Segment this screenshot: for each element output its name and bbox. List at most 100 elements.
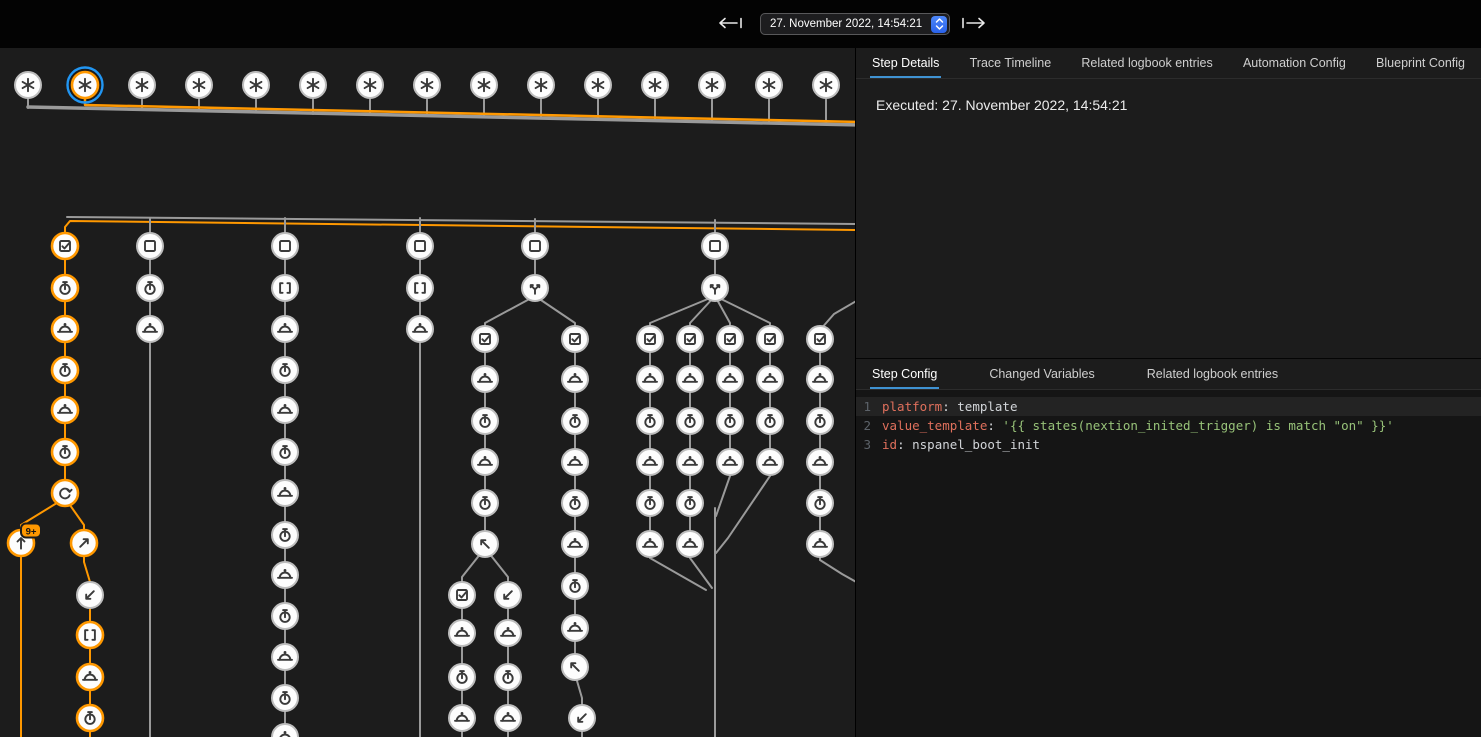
graph-node-arrow-nw[interactable]	[562, 654, 588, 680]
graph-node-service[interactable]	[407, 316, 433, 342]
graph-node-trigger[interactable]	[357, 72, 383, 98]
graph-node-condition-on[interactable]	[677, 326, 703, 352]
details-tab-step-details[interactable]: Step Details	[870, 48, 941, 78]
graph-node-delay[interactable]	[472, 408, 498, 434]
graph-node-service[interactable]	[272, 316, 298, 342]
graph-node-service[interactable]	[495, 620, 521, 646]
graph-node-trigger[interactable]	[300, 72, 326, 98]
graph-node-delay[interactable]	[717, 408, 743, 434]
details-tab-automation-config[interactable]: Automation Config	[1241, 48, 1348, 78]
graph-node-trigger[interactable]	[15, 72, 41, 98]
graph-node-service[interactable]	[562, 531, 588, 557]
graph-node-condition-off[interactable]	[522, 233, 548, 259]
graph-node-arrow-sw[interactable]	[495, 582, 521, 608]
graph-node-service[interactable]	[77, 664, 103, 690]
graph-node-delay[interactable]	[562, 490, 588, 516]
graph-node-trigger[interactable]	[756, 72, 782, 98]
graph-node-arrow-sw[interactable]	[569, 705, 595, 731]
graph-node-trigger[interactable]	[186, 72, 212, 98]
graph-node-service[interactable]	[495, 705, 521, 731]
graph-node-delay[interactable]	[272, 685, 298, 711]
graph-node-delay[interactable]	[495, 664, 521, 690]
graph-node-condition-off[interactable]	[272, 233, 298, 259]
graph-node-delay[interactable]	[272, 439, 298, 465]
config-tab-step-config[interactable]: Step Config	[870, 359, 939, 389]
graph-node-condition-on[interactable]	[807, 326, 833, 352]
graph-node-service[interactable]	[272, 724, 298, 737]
graph-node-delay[interactable]	[52, 439, 78, 465]
graph-node-delay[interactable]	[677, 408, 703, 434]
graph-node-condition-off[interactable]	[137, 233, 163, 259]
graph-node-trigger[interactable]	[243, 72, 269, 98]
graph-node-condition-off[interactable]	[702, 233, 728, 259]
graph-node-trigger[interactable]	[528, 72, 554, 98]
graph-node-delay[interactable]	[272, 603, 298, 629]
code-editor[interactable]: 1platform: template2value_template: '{{ …	[856, 390, 1481, 737]
graph-node-choose[interactable]	[702, 275, 728, 301]
graph-node-delay[interactable]	[272, 522, 298, 548]
graph-node-delay[interactable]	[757, 408, 783, 434]
graph-node-condition-on[interactable]	[757, 326, 783, 352]
next-trace-button[interactable]	[958, 13, 988, 35]
graph-node-brackets[interactable]	[272, 275, 298, 301]
graph-node-delay[interactable]	[52, 357, 78, 383]
graph-node-delay[interactable]	[637, 408, 663, 434]
graph-node-brackets[interactable]	[77, 622, 103, 648]
graph-node-condition-off[interactable]	[407, 233, 433, 259]
graph-node-delay[interactable]	[677, 490, 703, 516]
graph-node-service[interactable]	[449, 620, 475, 646]
graph-node-service[interactable]	[472, 449, 498, 475]
details-tab-related-logbook-entries[interactable]: Related logbook entries	[1079, 48, 1214, 78]
config-tab-changed-variables[interactable]: Changed Variables	[987, 359, 1096, 389]
graph-node-delay[interactable]	[807, 490, 833, 516]
graph-node-service[interactable]	[807, 531, 833, 557]
graph-node-service[interactable]	[449, 705, 475, 731]
previous-trace-button[interactable]	[716, 13, 746, 35]
graph-node-service[interactable]	[272, 397, 298, 423]
graph-node-service[interactable]	[717, 366, 743, 392]
graph-node-trigger[interactable]	[68, 68, 103, 103]
graph-node-service[interactable]	[272, 480, 298, 506]
graph-node-delay[interactable]	[52, 275, 78, 301]
graph-node-condition-on[interactable]	[449, 582, 475, 608]
graph-node-arrow-ne[interactable]	[71, 530, 97, 556]
graph-node-repeat[interactable]	[52, 480, 78, 506]
graph-node-delay[interactable]	[562, 408, 588, 434]
graph-node-arrow-nw[interactable]	[472, 531, 498, 557]
graph-node-service[interactable]	[637, 531, 663, 557]
graph-node-trigger[interactable]	[642, 72, 668, 98]
graph-node-service[interactable]	[717, 449, 743, 475]
graph-node-service[interactable]	[562, 366, 588, 392]
graph-node-trigger[interactable]	[414, 72, 440, 98]
graph-node-service[interactable]	[677, 531, 703, 557]
graph-node-delay[interactable]	[562, 573, 588, 599]
details-tab-trace-timeline[interactable]: Trace Timeline	[968, 48, 1054, 78]
graph-node-delay[interactable]	[272, 357, 298, 383]
graph-node-service[interactable]	[807, 449, 833, 475]
graph-node-service[interactable]	[757, 449, 783, 475]
graph-node-service[interactable]	[562, 615, 588, 641]
graph-node-delay[interactable]	[637, 490, 663, 516]
trace-timestamp-select[interactable]: 27. November 2022, 14:54:21	[760, 13, 950, 35]
graph-node-delay[interactable]	[77, 705, 103, 731]
graph-node-service[interactable]	[472, 366, 498, 392]
graph-node-service[interactable]	[677, 366, 703, 392]
graph-node-condition-on[interactable]	[52, 233, 78, 259]
graph-node-service[interactable]	[52, 397, 78, 423]
graph-node-service[interactable]	[807, 366, 833, 392]
graph-node-choose[interactable]	[522, 275, 548, 301]
graph-node-service[interactable]	[757, 366, 783, 392]
graph-node-delay[interactable]	[807, 408, 833, 434]
graph-node-trigger[interactable]	[813, 72, 839, 98]
graph-node-condition-on[interactable]	[562, 326, 588, 352]
graph-node-delay[interactable]	[472, 490, 498, 516]
graph-node-service[interactable]	[562, 449, 588, 475]
graph-node-delay[interactable]	[449, 664, 475, 690]
graph-node-condition-on[interactable]	[717, 326, 743, 352]
graph-node-service[interactable]	[637, 449, 663, 475]
config-tab-related-logbook-entries[interactable]: Related logbook entries	[1145, 359, 1280, 389]
graph-node-arrow-sw[interactable]	[77, 582, 103, 608]
automation-trace-graph-area[interactable]: 9+	[0, 48, 855, 737]
graph-node-service[interactable]	[137, 316, 163, 342]
graph-node-trigger[interactable]	[471, 72, 497, 98]
